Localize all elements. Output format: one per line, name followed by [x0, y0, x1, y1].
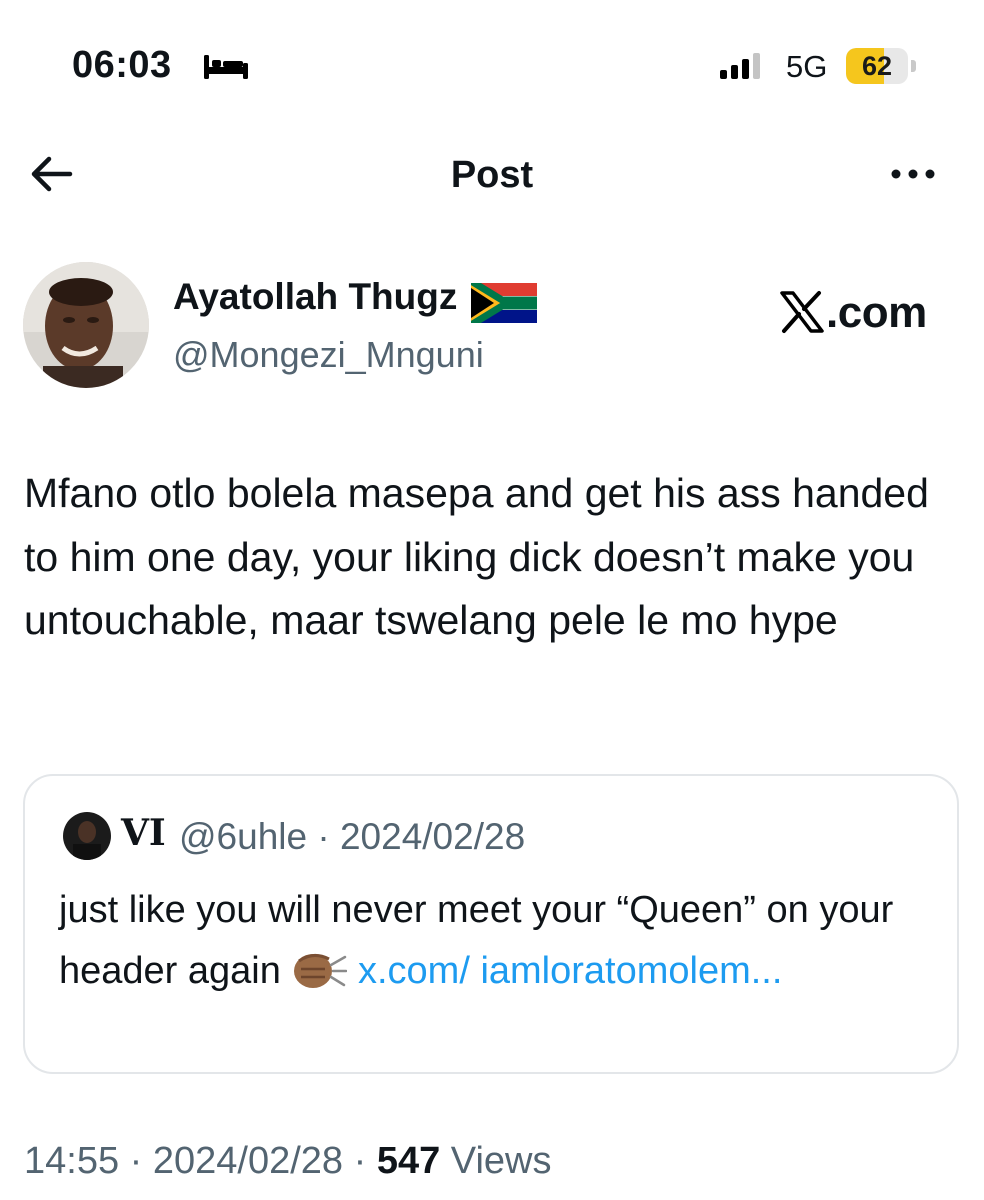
- network-type: 5G: [786, 49, 828, 84]
- post-timestamp[interactable]: 14:55 · 2024/02/28 ·: [24, 1140, 377, 1182]
- quoted-text-block: just like you will never meet your “Quee…: [59, 880, 939, 1002]
- quoted-post-card[interactable]: VI @6uhle · 2024/02/28 just like you wil…: [23, 774, 959, 1074]
- author-handle[interactable]: @Mongezi_Mnguni: [173, 334, 484, 376]
- status-time: 06:03: [72, 44, 172, 86]
- quoted-avatar[interactable]: [63, 812, 111, 860]
- x-watermark: .com: [826, 288, 927, 338]
- battery-percent: 62: [861, 51, 893, 81]
- south-africa-flag-icon: [471, 283, 537, 323]
- x-logo-icon: [780, 291, 824, 333]
- views-label: Views: [440, 1140, 552, 1182]
- ellipsis-icon[interactable]: [888, 164, 938, 184]
- author-avatar[interactable]: [23, 262, 149, 388]
- x-watermark-text: .com: [826, 288, 927, 337]
- quoted-handle-date[interactable]: @6uhle · 2024/02/28: [179, 816, 525, 858]
- sleep-focus-icon: [204, 55, 248, 79]
- cellular-signal-icon: [720, 53, 760, 79]
- author-name[interactable]: Ayatollah Thugz: [173, 276, 457, 318]
- battery-indicator: 62: [846, 48, 918, 84]
- post-meta: 14:55 · 2024/02/28 · 547 Views: [24, 1140, 551, 1183]
- quoted-link[interactable]: x.com/ iamloratomolem...: [358, 950, 782, 992]
- fist-punch-emoji-icon: [294, 954, 348, 988]
- page-title: Post: [450, 154, 534, 196]
- post-text: Mfano otlo bolela masepa and get his ass…: [24, 470, 929, 643]
- quoted-author-name[interactable]: VI: [121, 812, 166, 854]
- views-count: 547: [376, 1140, 441, 1182]
